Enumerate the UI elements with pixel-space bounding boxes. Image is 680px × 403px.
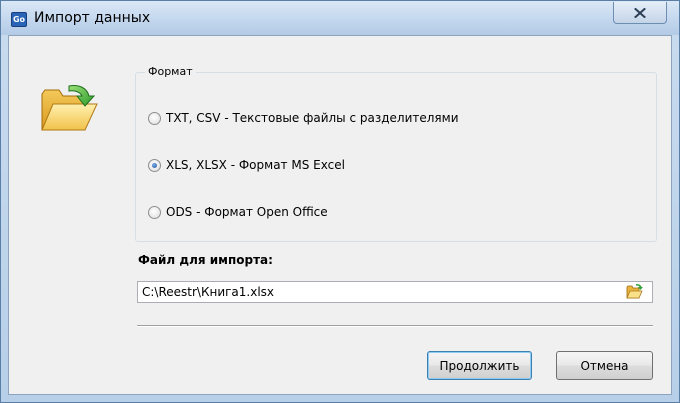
radio-label: TXT, CSV - Текстовые файлы с разделителя… [166,111,459,125]
radio-label: XLS, XLSX - Формат MS Excel [166,158,345,172]
separator-line [137,325,653,327]
open-folder-icon [41,85,98,131]
radio-button-selected[interactable] [148,158,161,172]
dialog-client-area: Формат TXT, CSV - Текстовые файлы с разд… [8,35,672,395]
radio-xls-xlsx[interactable]: XLS, XLSX - Формат MS Excel [148,158,345,172]
window-title: Импорт данных [34,10,151,26]
close-icon [634,7,646,18]
browse-folder-icon[interactable] [626,283,644,300]
radio-ods[interactable]: ODS - Формат Open Office [148,205,328,219]
radio-button[interactable] [148,111,161,125]
app-icon: Go [11,12,27,27]
continue-button[interactable]: Продолжить [427,351,532,380]
format-group-title: Формат [145,65,196,78]
file-path-input[interactable]: C:\Reestr\Книга1.xlsx [137,281,653,303]
title-bar[interactable]: Go Импорт данных [1,1,679,35]
radio-txt-csv[interactable]: TXT, CSV - Текстовые файлы с разделителя… [148,111,459,125]
import-dialog: Go Импорт данных Формат TXT, CSV - Текст… [0,0,680,403]
cancel-button[interactable]: Отмена [556,351,653,380]
radio-button[interactable] [148,205,161,219]
file-label: Файл для импорта: [138,253,273,267]
close-button[interactable] [613,2,667,24]
radio-label: ODS - Формат Open Office [166,205,328,219]
